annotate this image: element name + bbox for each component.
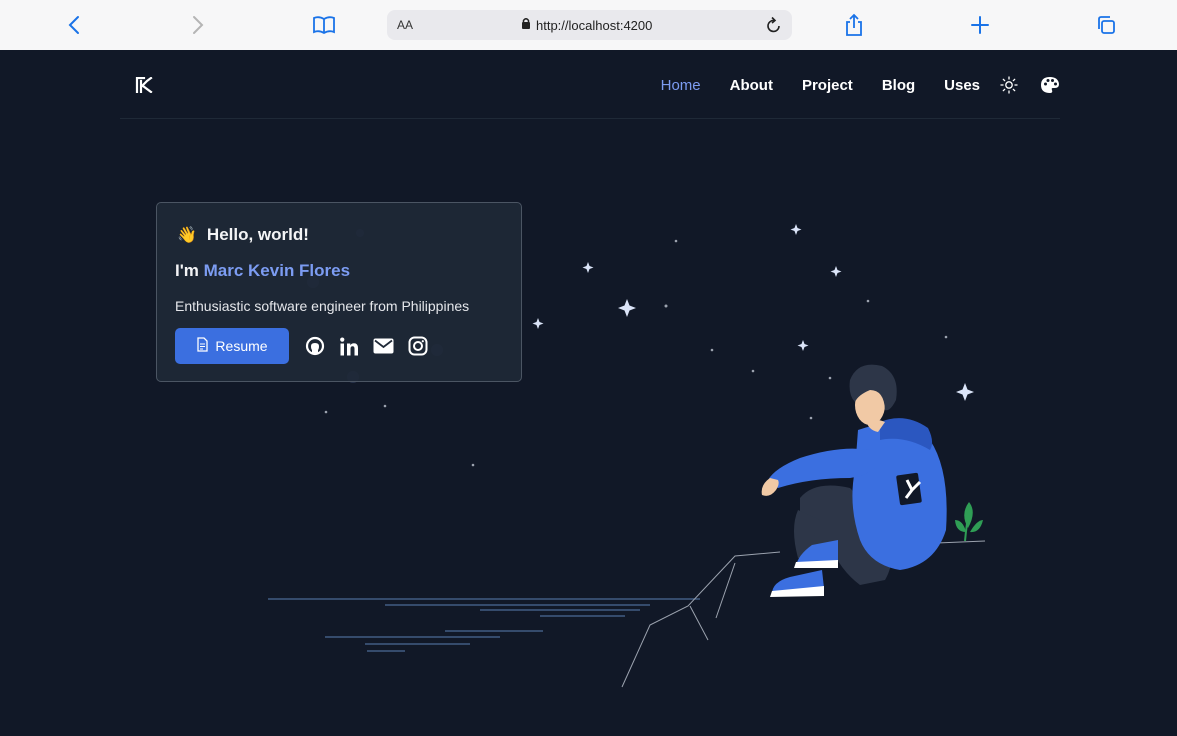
nav-link-about[interactable]: About <box>730 77 773 94</box>
hero-intro-card: 👋 Hello, world! I'm Marc Kevin Flores En… <box>156 202 522 382</box>
nav-link-uses[interactable]: Uses <box>944 77 980 94</box>
bookmarks-icon[interactable] <box>308 9 340 41</box>
new-tab-icon[interactable] <box>964 9 996 41</box>
tabs-icon[interactable] <box>1090 9 1122 41</box>
back-icon[interactable] <box>58 9 90 41</box>
top-navbar: Home About Project Blog Uses <box>120 50 1060 119</box>
sun-icon[interactable] <box>1000 76 1018 94</box>
resume-button[interactable]: Resume <box>175 328 289 364</box>
browser-toolbar: AA http://localhost:4200 <box>0 0 1177 51</box>
text-size-button[interactable]: AA <box>397 18 413 32</box>
nav-link-project[interactable]: Project <box>802 77 853 94</box>
forward-icon[interactable] <box>182 9 214 41</box>
palette-icon[interactable] <box>1040 76 1060 94</box>
url-text: http://localhost:4200 <box>536 17 653 33</box>
greeting-heading: 👋 Hello, world! <box>177 225 309 245</box>
person-illustration <box>761 364 947 597</box>
linkedin-icon[interactable] <box>339 337 359 356</box>
nav-link-blog[interactable]: Blog <box>882 77 915 94</box>
greeting-text: Hello, world! <box>206 225 309 244</box>
portfolio-page: Home About Project Blog Uses 👋 Hello, wo… <box>0 50 1177 736</box>
github-icon[interactable] <box>305 336 325 356</box>
tagline: Enthusiastic software engineer from Phil… <box>175 298 470 314</box>
night-scene-illustration <box>268 224 986 688</box>
reload-icon[interactable] <box>766 16 782 39</box>
site-logo[interactable] <box>135 76 153 98</box>
address-bar[interactable]: AA http://localhost:4200 <box>387 10 792 40</box>
document-icon <box>196 337 209 355</box>
name-heading: I'm Marc Kevin Flores <box>175 261 350 281</box>
instagram-icon[interactable] <box>408 336 428 356</box>
lock-icon <box>521 17 531 33</box>
share-icon[interactable] <box>838 9 870 41</box>
author-name: Marc Kevin Flores <box>203 261 351 280</box>
intro-prefix: I'm <box>175 261 199 280</box>
nav-link-home[interactable]: Home <box>661 77 701 94</box>
resume-label: Resume <box>215 338 268 354</box>
waving-hand-icon: 👋 <box>177 227 197 244</box>
social-links <box>305 336 428 356</box>
email-icon[interactable] <box>373 338 394 354</box>
